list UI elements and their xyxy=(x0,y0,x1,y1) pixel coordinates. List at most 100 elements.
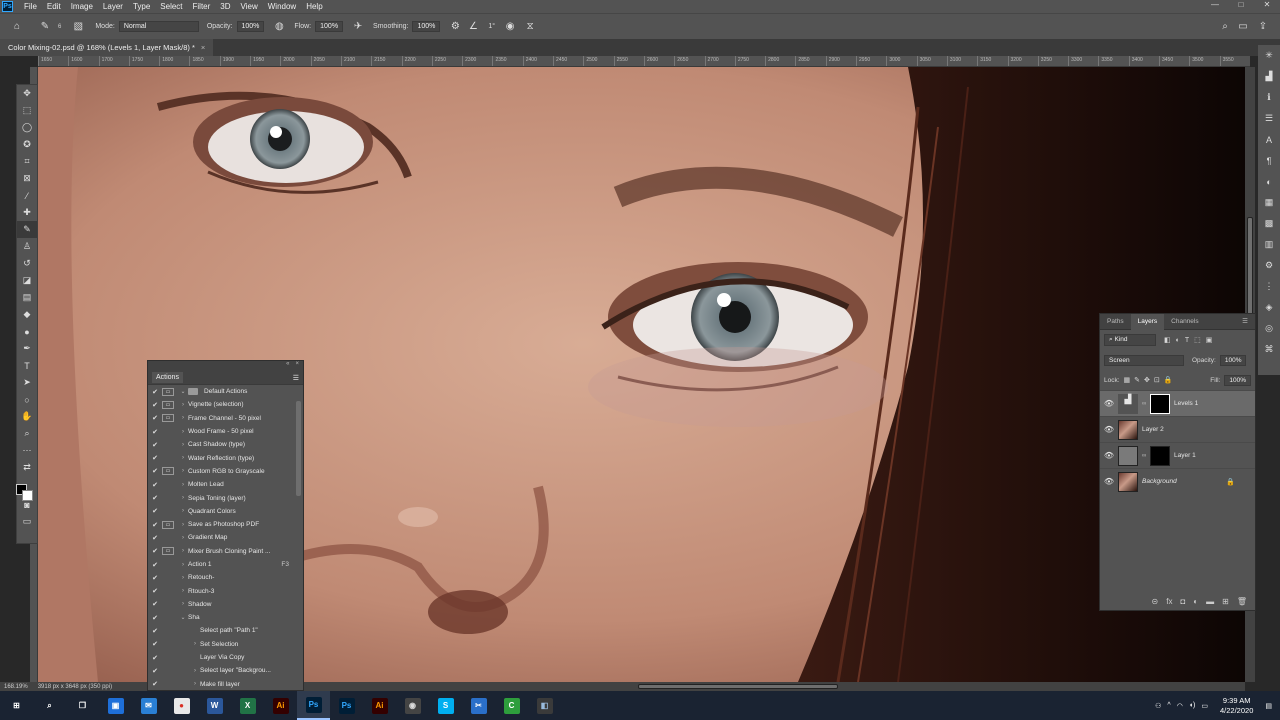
expand-chevron-icon[interactable]: › xyxy=(178,548,188,554)
filter-type-icons[interactable]: ◧◐T⬚▣ xyxy=(1164,336,1217,344)
action-toggle-checkmark-icon[interactable]: ✔ xyxy=(148,640,162,648)
airbrush-icon[interactable]: ✈ xyxy=(351,20,365,34)
dialog-toggle-icon[interactable]: ▭ xyxy=(162,414,174,423)
action-toggle-checkmark-icon[interactable]: ✔ xyxy=(148,428,162,436)
action-row[interactable]: ✔ › Quadrant Colors xyxy=(148,505,303,518)
wifi-icon[interactable]: ◠ xyxy=(1177,702,1183,710)
menu-select[interactable]: Select xyxy=(155,2,187,11)
action-row[interactable]: ✔ › Set Selection xyxy=(148,638,303,651)
dialog-toggle-icon[interactable] xyxy=(162,494,174,502)
layers-menu-icon[interactable]: ☰ xyxy=(1235,314,1255,330)
layer-row[interactable]: 👁 ∞ Layer 1 xyxy=(1100,442,1255,468)
dialog-toggle-icon[interactable] xyxy=(162,534,174,542)
hand-tool-icon[interactable]: ✋ xyxy=(17,408,37,425)
dialog-toggle-icon[interactable] xyxy=(162,587,174,595)
dialog-toggle-icon[interactable] xyxy=(162,667,174,675)
menu-3d[interactable]: 3D xyxy=(215,2,235,11)
action-row[interactable]: ✔ › Wood Frame - 50 pixel xyxy=(148,425,303,438)
taskbar-chrome-button[interactable]: ● xyxy=(165,691,198,720)
collapse-panel-icon[interactable]: « xyxy=(286,361,289,371)
layer-row[interactable]: 👁 ▟ ∞ Levels 1 xyxy=(1100,390,1255,416)
layer-thumbnail[interactable] xyxy=(1118,419,1138,440)
action-row[interactable]: ✔ › Select layer "Backgrou... xyxy=(148,664,303,677)
brush-size-label[interactable]: 6 xyxy=(58,24,61,30)
dialog-toggle-icon[interactable] xyxy=(162,654,174,662)
layer-thumbnail[interactable] xyxy=(1118,471,1138,492)
menu-image[interactable]: Image xyxy=(66,2,98,11)
blur-tool-icon[interactable]: ◆ xyxy=(17,306,37,323)
add-style-icon[interactable]: fx xyxy=(1166,597,1172,606)
dodge-tool-icon[interactable]: ● xyxy=(17,323,37,340)
expand-chevron-icon[interactable]: › xyxy=(190,668,200,674)
action-row[interactable]: ✔ ▭ ⌄ Default Actions xyxy=(148,385,303,398)
expand-chevron-icon[interactable]: › xyxy=(190,641,200,647)
history-brush-tool-icon[interactable]: ↺ xyxy=(17,255,37,272)
dialog-toggle-icon[interactable]: ▭ xyxy=(162,520,174,529)
eyedropper-tool-icon[interactable]: ⁄ xyxy=(17,187,37,204)
action-row[interactable]: ✔ Layer Via Copy xyxy=(148,651,303,664)
brush-settings-icon[interactable]: ▧ xyxy=(71,20,85,34)
horizontal-scroll-thumb[interactable] xyxy=(638,684,838,689)
action-toggle-checkmark-icon[interactable]: ✔ xyxy=(148,627,162,635)
dialog-toggle-icon[interactable] xyxy=(162,428,174,436)
frame-tool-icon[interactable]: ⊠ xyxy=(17,170,37,187)
menu-layer[interactable]: Layer xyxy=(98,2,128,11)
move-tool-icon[interactable]: ✥ xyxy=(17,85,37,102)
dialog-toggle-icon[interactable] xyxy=(162,600,174,608)
action-row[interactable]: ✔ › Rtouch-3 xyxy=(148,584,303,597)
add-mask-icon[interactable]: ◘ xyxy=(1180,597,1185,606)
action-toggle-checkmark-icon[interactable]: ✔ xyxy=(148,534,162,542)
brush-tool-icon-active[interactable]: ✎ xyxy=(17,221,37,238)
dialog-toggle-icon[interactable] xyxy=(162,614,174,622)
action-toggle-checkmark-icon[interactable]: ✔ xyxy=(148,441,162,449)
paragraph-icon[interactable]: ¶ xyxy=(1258,150,1280,171)
angle-field[interactable]: 1° xyxy=(488,23,495,30)
taskbar-store-button[interactable]: ▣ xyxy=(99,691,132,720)
dialog-toggle-icon[interactable] xyxy=(162,680,174,688)
share-icon[interactable]: ⇪ xyxy=(1256,20,1270,34)
action-toggle-checkmark-icon[interactable]: ✔ xyxy=(148,467,162,475)
mode-select[interactable]: Normal xyxy=(118,21,199,32)
document-tab[interactable]: Color Mixing-02.psd @ 168% (Levels 1, La… xyxy=(0,39,214,56)
brush-tool-icon[interactable]: ✎ xyxy=(38,20,52,34)
dialog-toggle-icon[interactable] xyxy=(162,441,174,449)
layers-icon[interactable]: ◈ xyxy=(1258,297,1280,318)
brushes-icon[interactable]: ⋮ xyxy=(1258,276,1280,297)
action-row[interactable]: ✔ Select path "Path 1" xyxy=(148,624,303,637)
info-icon[interactable]: ℹ xyxy=(1258,87,1280,108)
dialog-toggle-icon[interactable]: ▭ xyxy=(162,547,174,556)
action-row[interactable]: ✔ › Sepia Toning (layer) xyxy=(148,491,303,504)
color-icon[interactable]: ◐ xyxy=(1258,171,1280,192)
action-row[interactable]: ✔ ▭ › Custom RGB to Grayscale xyxy=(148,465,303,478)
action-toggle-checkmark-icon[interactable]: ✔ xyxy=(148,561,162,569)
close-button[interactable]: ✕ xyxy=(1254,0,1280,9)
more-tools-icon[interactable]: ⋯ xyxy=(17,442,37,459)
menu-edit[interactable]: Edit xyxy=(42,2,66,11)
expand-chevron-icon[interactable]: › xyxy=(178,495,188,501)
fill-field[interactable]: 100% xyxy=(1224,374,1251,386)
action-row[interactable]: ✔ › Water Reflection (type) xyxy=(148,451,303,464)
people-icon[interactable]: ⚇ xyxy=(1155,702,1161,710)
filter-kind-select[interactable]: ⌕ Kind xyxy=(1104,334,1156,346)
action-row[interactable]: ✔ › Cast Shadow (type) xyxy=(148,438,303,451)
crop-tool-icon[interactable]: ⌗ xyxy=(17,153,37,170)
swatches-icon[interactable]: ▦ xyxy=(1258,192,1280,213)
expand-chevron-icon[interactable]: › xyxy=(190,681,200,687)
new-adjustment-icon[interactable]: ◐ xyxy=(1193,597,1198,606)
taskbar-start-button[interactable]: ⊞ xyxy=(0,691,33,720)
dialog-toggle-icon[interactable] xyxy=(162,640,174,648)
action-toggle-checkmark-icon[interactable]: ✔ xyxy=(148,680,162,688)
chevron-up-icon[interactable]: ^ xyxy=(1167,702,1170,709)
styles-icon[interactable]: ▩ xyxy=(1258,213,1280,234)
document-size[interactable]: 3918 px x 3648 px (350 ppi) xyxy=(38,684,112,690)
action-toggle-checkmark-icon[interactable]: ✔ xyxy=(148,614,162,622)
pen-tool-icon[interactable]: ✒ xyxy=(17,340,37,357)
actions-scroll-thumb[interactable] xyxy=(296,401,301,496)
taskbar-browser-button[interactable]: ◉ xyxy=(396,691,429,720)
action-row[interactable]: ✔ › Shadow xyxy=(148,598,303,611)
menu-window[interactable]: Window xyxy=(263,2,301,11)
action-row[interactable]: ✔ ▭ › Frame Channel - 50 pixel xyxy=(148,412,303,425)
layer-name[interactable]: Layer 1 xyxy=(1174,452,1196,459)
action-row[interactable]: ✔ ⌄ Sha xyxy=(148,611,303,624)
shape-tool-icon[interactable]: ○ xyxy=(17,391,37,408)
